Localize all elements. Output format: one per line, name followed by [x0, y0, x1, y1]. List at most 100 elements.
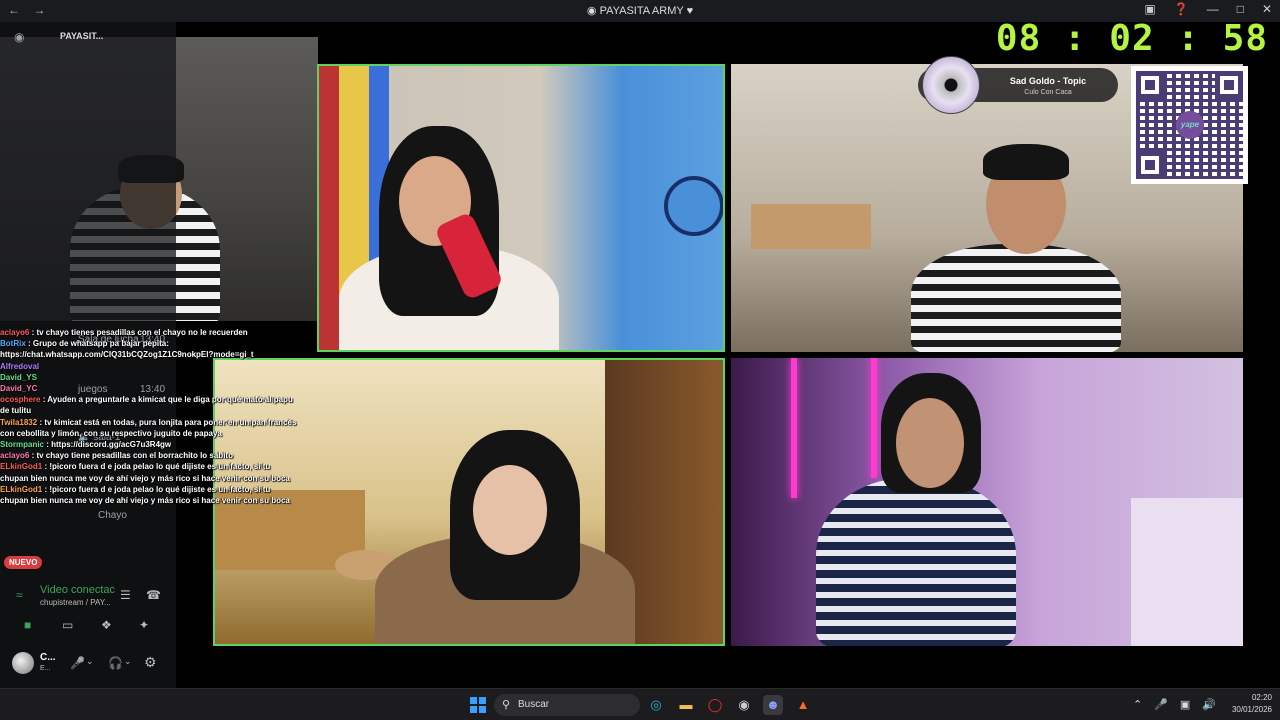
network-icon[interactable]: ▣ — [1180, 698, 1190, 711]
folder-icon[interactable]: ▬ — [676, 695, 696, 715]
chat-message: https://chat.whatsapp.com/CIQ31bCQZog1Z1… — [0, 349, 320, 360]
chat-text: Ayuden a preguntarle a kimicat que le di… — [47, 395, 293, 405]
clown-icon: ◉ — [586, 5, 597, 17]
stream-clock: 08 : 02 : 58 — [995, 18, 1268, 59]
chat-username: aclayo6 — [0, 328, 30, 337]
camera-icon[interactable]: ■ — [24, 618, 31, 632]
system-tray: ⌃ 🎤 ▣ 🔊 — [1133, 698, 1216, 711]
chat-text: con cebollita y limón, con su respectivo… — [0, 428, 222, 438]
headphones-icon[interactable]: 🎧 — [108, 656, 123, 670]
signal-icon[interactable]: ≈ — [16, 588, 23, 602]
chat-message: chupan bien nunca me voy de ahí viejo y … — [0, 495, 320, 506]
chat-overlay: aclayo6 : tv chayo tienes pesadillas con… — [0, 327, 320, 506]
discord-taskbar-icon[interactable]: ☻ — [763, 695, 783, 715]
neon-light — [791, 358, 797, 498]
chat-message: David_YS — [0, 372, 320, 383]
microphone-icon[interactable]: 🎤 — [1154, 698, 1168, 711]
channel-item[interactable]: Chayo — [98, 510, 127, 521]
maximize-button[interactable]: □ — [1237, 2, 1244, 16]
chat-message: ELkinGod1 : !picoro fuera d e joda pelao… — [0, 484, 271, 494]
chevron-down-icon[interactable]: ⌄ — [124, 656, 132, 667]
new-badge: NUEVO — [4, 556, 43, 569]
chat-text: !picoro fuera d e joda pelao lo qué diji… — [49, 462, 271, 472]
chat-text: tv chayo tiene pesadillas con el borrach… — [36, 451, 233, 461]
chat-text: Grupo de whatsapp pa bajar pepita: — [32, 339, 169, 349]
disconnect-icon[interactable]: ☎ — [146, 588, 161, 602]
now-playing-subtitle: Culo Con Caca — [1024, 89, 1072, 96]
discord-icon[interactable]: ◉ — [14, 30, 24, 44]
voice-status: Video conectac — [40, 584, 116, 596]
video-tile-5[interactable] — [731, 358, 1243, 646]
chat-username: ELkinGod1 — [0, 462, 43, 472]
chat-message: aclayo6 : tv chayo tiene pesadillas con … — [0, 451, 233, 461]
obs-icon[interactable]: ◉ — [734, 695, 754, 715]
search-icon: ⚲ — [502, 699, 511, 711]
minimize-button[interactable]: — — [1207, 2, 1219, 16]
chat-username: ocosphere — [0, 395, 41, 405]
user-status: E... — [40, 665, 51, 672]
chevron-down-icon[interactable]: ⌄ — [86, 656, 94, 667]
fan — [664, 176, 723, 236]
chat-message: David_YC — [0, 383, 320, 394]
yape-logo: yape — [1176, 111, 1204, 139]
voice-channel: chupistream / PAY... — [40, 598, 111, 607]
window-controls: ▣ ❓ — □ ✕ — [1144, 2, 1272, 16]
nav-buttons: ← → — [8, 3, 55, 17]
chat-message: Twila1832 : tv kimicat está en todas, pu… — [0, 417, 297, 427]
chat-message: con cebollita y limón, con su respectivo… — [0, 428, 320, 439]
edge-icon[interactable]: ◎ — [646, 695, 666, 715]
desk — [1131, 498, 1243, 646]
taskbar: ⚲ Buscar ◎ ▬ ◯ ◉ ☻ ▲ ⌃ 🎤 ▣ 🔊 02:20 30/01… — [0, 688, 1280, 720]
user-panel: C... E... 🎤 ⌄ 🎧 ⌄ ⚙ — [6, 648, 170, 678]
screen-share-icon[interactable]: ▭ — [62, 618, 73, 632]
chat-username: Alfredoval — [0, 361, 40, 371]
chat-text: https://chat.whatsapp.com/CIQ31bCQZog1Z1… — [0, 350, 254, 360]
chat-username: ELkinGod1 — [0, 484, 43, 494]
chat-message: chupan bien nunca me voy de ahí viejo y … — [0, 473, 320, 484]
chat-message: Alfredoval — [0, 361, 320, 372]
chat-message: Stormpanic : https://discord.gg/acG7u3R4… — [0, 440, 172, 450]
activities-icon[interactable]: ❖ — [101, 618, 112, 632]
chat-text: !picoro fuera d e joda pelao lo qué diji… — [49, 484, 271, 494]
qr-code: yape — [1131, 66, 1248, 184]
taskbar-search[interactable]: ⚲ Buscar — [494, 694, 640, 716]
effects-icon[interactable]: ✦ — [139, 618, 149, 632]
chat-username: aclayo6 — [0, 451, 30, 461]
clock-date: 30/01/2026 — [1231, 705, 1272, 714]
video-tile-2[interactable] — [317, 64, 725, 352]
chat-message: ocosphere : Ayuden a preguntarle a kimic… — [0, 395, 293, 405]
chat-username: Stormpanic — [0, 440, 45, 450]
forward-button[interactable]: → — [33, 3, 45, 17]
clock-time: 02:20 — [1251, 693, 1272, 702]
disc-icon — [922, 56, 980, 114]
chat-text: de tulitu — [0, 406, 32, 416]
user-name: C... — [40, 652, 56, 663]
soundboard-icon[interactable]: ☰ — [120, 588, 131, 602]
back-button[interactable]: ← — [8, 3, 20, 17]
box — [751, 204, 871, 249]
opera-icon[interactable]: ◯ — [705, 695, 725, 715]
chevron-up-icon[interactable]: ⌃ — [1133, 698, 1142, 711]
screen-share-icon[interactable]: ▣ — [1144, 2, 1155, 16]
server-name[interactable]: PAYASIT... — [60, 31, 103, 41]
chat-text: tv kimicat está en todas, pura lonjita p… — [44, 417, 297, 427]
system-clock[interactable]: 02:20 30/01/2026 — [1232, 692, 1272, 716]
chat-text: https://discord.gg/acG7u3R4gw — [51, 440, 172, 450]
chat-username: David_YS — [0, 372, 37, 382]
neon-light — [871, 358, 877, 478]
now-playing-title: Sad Goldo - Topic — [1009, 76, 1087, 86]
chat-text: chupan bien nunca me voy de ahí viejo y … — [0, 473, 290, 483]
settings-icon[interactable]: ⚙ — [144, 654, 157, 671]
microphone-icon[interactable]: 🎤 — [70, 656, 85, 670]
volume-icon[interactable]: 🔊 — [1202, 698, 1216, 711]
help-icon[interactable]: ❓ — [1174, 2, 1189, 16]
window-title: ◉ PAYASITA ARMY ♥ — [586, 5, 694, 17]
avatar[interactable] — [12, 652, 34, 674]
close-button[interactable]: ✕ — [1262, 2, 1272, 16]
chat-text: tv chayo tienes pesadillas con el chayo … — [36, 328, 248, 337]
chat-username: BotRix — [0, 339, 26, 349]
chat-username: Twila1832 — [0, 417, 38, 427]
brave-icon[interactable]: ▲ — [793, 695, 813, 715]
start-button[interactable] — [470, 697, 486, 713]
chat-username: David_YC — [0, 384, 38, 394]
